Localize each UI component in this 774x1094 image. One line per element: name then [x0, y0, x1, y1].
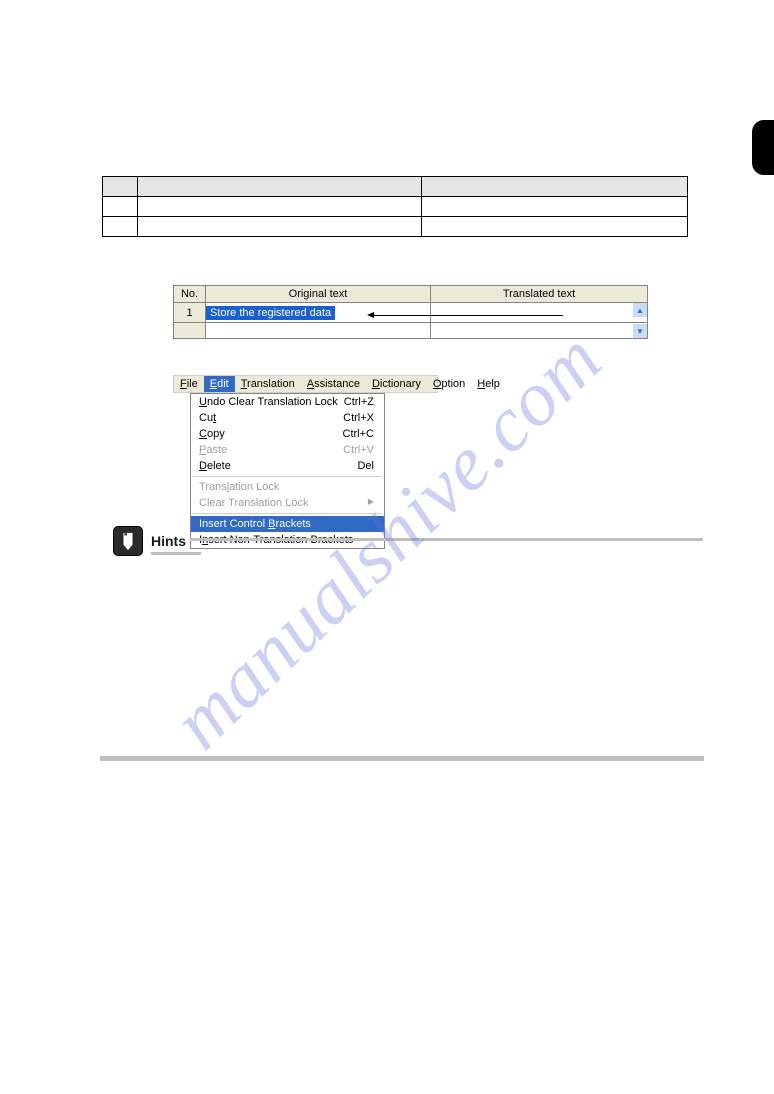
scroll-up-button[interactable]: ▲	[633, 303, 647, 317]
hints-heading: Hints	[113, 526, 703, 556]
hints-rule	[190, 538, 703, 541]
th	[103, 177, 138, 197]
menu-translation[interactable]: Translation	[235, 376, 301, 392]
selected-text: Store the registered data	[206, 306, 335, 320]
translation-grid: No. Original text Translated text 1 Stor…	[173, 285, 648, 339]
menu-help[interactable]: Help	[471, 376, 506, 392]
scroll-down-button[interactable]: ▼	[633, 324, 647, 338]
menu-item-undo-clear-translation-lock[interactable]: Undo Clear Translation LockCtrl+Z	[191, 394, 384, 410]
hints-label: Hints	[151, 533, 186, 549]
th	[422, 177, 688, 197]
menu-dictionary[interactable]: Dictionary	[366, 376, 427, 392]
original-text-cell[interactable]	[206, 323, 431, 338]
col-trans-header[interactable]: Translated text	[431, 286, 647, 302]
row-number	[174, 323, 206, 338]
pencil-icon	[113, 526, 143, 556]
section-divider	[100, 756, 704, 761]
menu-file[interactable]: File	[174, 376, 204, 392]
menu-item-delete[interactable]: DeleteDel	[191, 458, 384, 474]
table-row	[103, 197, 688, 217]
menu-item-clear-translation-lock: Clear Translation Lock▶	[191, 495, 384, 511]
menu-item-cut[interactable]: CutCtrl+X	[191, 410, 384, 426]
menu-separator	[193, 513, 382, 514]
table-row	[103, 217, 688, 237]
original-text-cell[interactable]: Store the registered data	[206, 303, 431, 322]
translated-text-cell[interactable]: ▼	[431, 323, 647, 338]
col-no-header[interactable]: No.	[174, 286, 206, 302]
menu-assistance[interactable]: Assistance	[301, 376, 366, 392]
menubar[interactable]: FileEditTranslationAssistanceDictionaryO…	[173, 375, 438, 393]
menu-option[interactable]: Option	[427, 376, 471, 392]
grid-header: No. Original text Translated text	[173, 285, 648, 303]
menu-separator	[193, 476, 382, 477]
spec-table	[102, 176, 688, 237]
hints-underline	[151, 552, 201, 555]
callout-arrow	[373, 315, 563, 316]
menu-edit[interactable]: Edit	[204, 376, 235, 392]
menu-item-copy[interactable]: CopyCtrl+C	[191, 426, 384, 442]
menu-item-translation-lock: Translation Lock	[191, 479, 384, 495]
page-tab	[752, 120, 774, 175]
table-header-row	[103, 177, 688, 197]
col-orig-header[interactable]: Original text	[206, 286, 431, 302]
grid-row[interactable]: ▼	[173, 323, 648, 339]
translated-text-cell[interactable]: ▲	[431, 303, 647, 322]
menu-item-paste: PasteCtrl+V	[191, 442, 384, 458]
row-number: 1	[174, 303, 206, 322]
th	[137, 177, 422, 197]
grid-row[interactable]: 1 Store the registered data ▲	[173, 303, 648, 323]
